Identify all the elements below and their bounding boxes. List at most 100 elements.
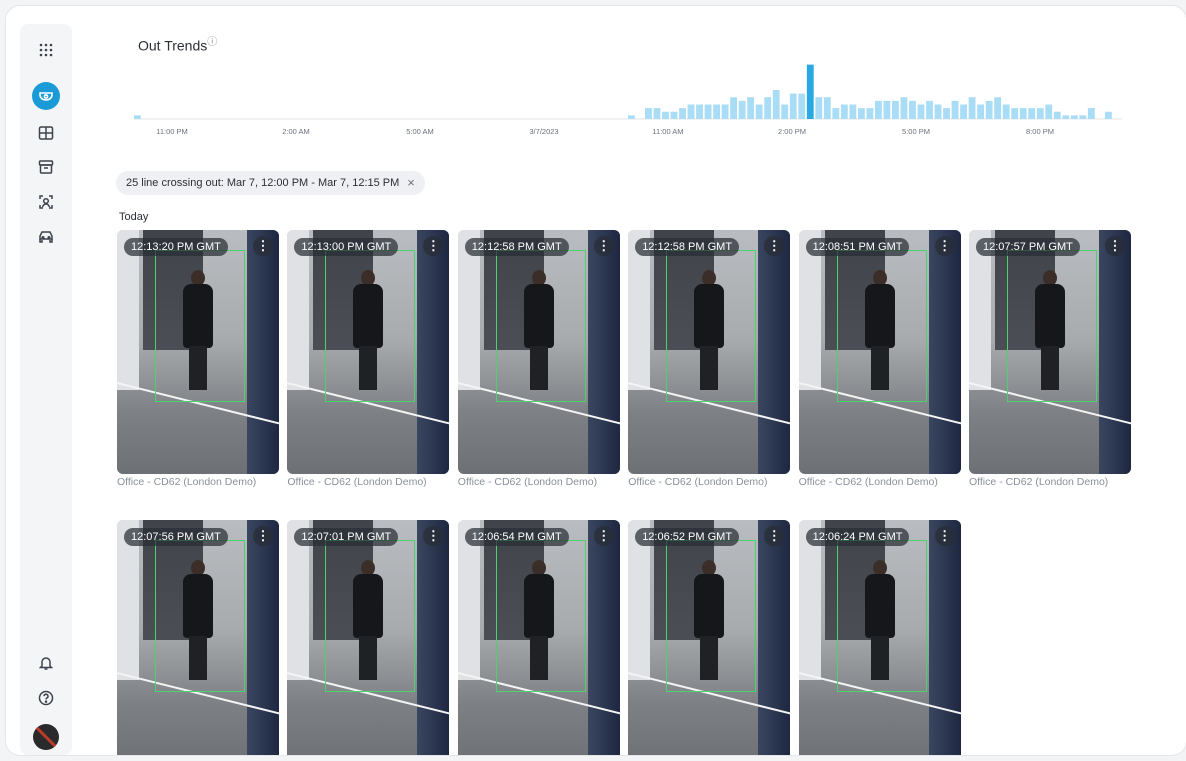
- event-card[interactable]: 12:07:01 PM GMT ⋮: [287, 520, 450, 755]
- close-icon[interactable]: ×: [407, 171, 415, 195]
- more-options-icon[interactable]: ⋮: [934, 236, 955, 256]
- chart-bar[interactable]: [713, 104, 720, 120]
- chart-bar[interactable]: [815, 97, 823, 119]
- event-thumbnail[interactable]: 12:06:24 PM GMT ⋮: [798, 520, 961, 755]
- event-thumbnail[interactable]: 12:06:52 PM GMT ⋮: [628, 520, 791, 755]
- chart-bar[interactable]: [1104, 111, 1112, 119]
- more-options-icon[interactable]: ⋮: [1105, 236, 1125, 256]
- event-thumbnail[interactable]: 12:08:51 PM GMT ⋮: [798, 230, 961, 474]
- chart-bar[interactable]: [806, 64, 814, 119]
- chart-bar[interactable]: [687, 104, 695, 120]
- help-icon[interactable]: [32, 684, 60, 712]
- vehicle-icon[interactable]: [32, 223, 60, 251]
- chart-bar[interactable]: [832, 108, 840, 119]
- chart-bar[interactable]: [1002, 104, 1010, 120]
- chart-bar[interactable]: [823, 97, 831, 119]
- chart-bar[interactable]: [764, 97, 772, 119]
- chart-bar[interactable]: [772, 90, 780, 119]
- event-thumbnail[interactable]: 12:12:58 PM GMT ⋮: [457, 230, 620, 474]
- chart-bar[interactable]: [943, 108, 950, 119]
- chart-bar[interactable]: [645, 108, 652, 119]
- camera-name[interactable]: Office - CD62 (London Demo): [799, 476, 961, 488]
- event-card[interactable]: 12:08:51 PM GMT ⋮ Office - CD62 (London De…: [798, 230, 961, 488]
- chart-bar[interactable]: [781, 104, 789, 120]
- chart-bar[interactable]: [653, 108, 661, 119]
- bell-icon[interactable]: [32, 649, 60, 677]
- chart-bar[interactable]: [917, 104, 925, 120]
- chart-bar[interactable]: [849, 104, 857, 120]
- event-thumbnail[interactable]: 12:07:01 PM GMT ⋮: [287, 520, 450, 755]
- chart-bar[interactable]: [662, 111, 669, 119]
- chart-bar[interactable]: [985, 100, 993, 119]
- event-thumbnail[interactable]: 12:12:58 PM GMT ⋮: [628, 230, 791, 474]
- camera-name[interactable]: Office - CD62 (London Demo): [969, 476, 1131, 488]
- event-card[interactable]: 12:13:00 PM GMT ⋮ Office - CD62 (London De…: [287, 230, 450, 488]
- camera-name[interactable]: Office - CD62 (London Demo): [287, 476, 449, 488]
- more-options-icon[interactable]: ⋮: [593, 236, 614, 256]
- chart-bar[interactable]: [798, 93, 806, 119]
- chart-bar[interactable]: [747, 97, 755, 119]
- avatar[interactable]: [33, 724, 59, 750]
- chart-bar[interactable]: [789, 93, 797, 119]
- chart-bar[interactable]: [738, 100, 746, 119]
- chart-bar[interactable]: [994, 97, 1002, 119]
- camera-name[interactable]: Office - CD62 (London Demo): [458, 476, 620, 488]
- chart-bar[interactable]: [977, 104, 985, 120]
- camera-dome-icon[interactable]: [32, 82, 60, 110]
- event-thumbnail[interactable]: 12:06:54 PM GMT ⋮: [457, 520, 620, 755]
- chart-bar[interactable]: [628, 115, 635, 119]
- chart-bar[interactable]: [1053, 111, 1061, 119]
- trend-chart[interactable]: 11:00 PM 2:00 AM 5:00 AM 3/7/2023 11:00 AM 2:…: [126, 46, 1126, 136]
- chart-bar[interactable]: [840, 104, 848, 120]
- chart-bar[interactable]: [875, 100, 882, 119]
- event-card[interactable]: 12:06:24 PM GMT ⋮: [798, 520, 961, 755]
- chart-bar[interactable]: [704, 104, 712, 120]
- event-thumbnail[interactable]: 12:13:00 PM GMT ⋮: [287, 230, 450, 474]
- event-card[interactable]: 12:06:54 PM GMT ⋮: [457, 520, 620, 755]
- archive-icon[interactable]: [32, 153, 60, 181]
- chart-bar[interactable]: [679, 108, 686, 119]
- chart-bar[interactable]: [960, 104, 967, 120]
- chart-bar[interactable]: [1045, 104, 1053, 120]
- more-options-icon[interactable]: ⋮: [253, 236, 273, 256]
- event-card[interactable]: 12:13:20 PM GMT ⋮ Office - CD62 (London De…: [117, 230, 279, 488]
- event-card[interactable]: 12:12:58 PM GMT ⋮ Office - CD62 (London De…: [457, 230, 620, 488]
- chart-bar[interactable]: [134, 115, 141, 119]
- camera-name[interactable]: Office - CD62 (London Demo): [628, 476, 790, 488]
- event-thumbnail[interactable]: 12:07:56 PM GMT ⋮: [117, 520, 279, 755]
- chart-bar[interactable]: [934, 104, 942, 120]
- chart-bar[interactable]: [1070, 115, 1078, 119]
- chart-bar[interactable]: [1079, 115, 1087, 119]
- chart-bar[interactable]: [968, 97, 976, 119]
- chart-bar[interactable]: [1036, 108, 1044, 119]
- chart-bar[interactable]: [696, 104, 703, 120]
- chart-bar[interactable]: [1028, 108, 1036, 119]
- camera-name[interactable]: Office - CD62 (London Demo): [117, 476, 279, 488]
- event-card[interactable]: 12:07:56 PM GMT ⋮: [117, 520, 279, 755]
- chart-bar[interactable]: [721, 104, 729, 120]
- event-thumbnail[interactable]: 12:07:57 PM GMT ⋮: [969, 230, 1131, 474]
- chart-bar[interactable]: [857, 108, 865, 119]
- chart-bar[interactable]: [1011, 108, 1019, 119]
- chart-bar[interactable]: [900, 97, 908, 119]
- chart-bar[interactable]: [892, 100, 899, 119]
- chart-bar[interactable]: [730, 97, 738, 119]
- chart-bar[interactable]: [1019, 108, 1027, 119]
- layout-grid-icon[interactable]: [32, 119, 60, 147]
- event-thumbnail[interactable]: 12:13:20 PM GMT ⋮: [117, 230, 279, 474]
- chart-bar[interactable]: [1087, 108, 1095, 119]
- event-card[interactable]: 12:06:52 PM GMT ⋮: [628, 520, 791, 755]
- more-options-icon[interactable]: ⋮: [934, 526, 955, 546]
- more-options-icon[interactable]: ⋮: [253, 526, 273, 546]
- chart-bar[interactable]: [755, 104, 763, 120]
- chart-bar[interactable]: [909, 100, 916, 119]
- chart-bar[interactable]: [951, 100, 959, 119]
- event-card[interactable]: 12:07:57 PM GMT ⋮ Office - CD62 (London De…: [969, 230, 1131, 488]
- event-card[interactable]: 12:12:58 PM GMT ⋮ Office - CD62 (London De…: [628, 230, 791, 488]
- chart-bar[interactable]: [670, 111, 678, 119]
- chart-bar[interactable]: [883, 100, 891, 119]
- chart-bar[interactable]: [866, 108, 874, 119]
- face-scan-icon[interactable]: [32, 188, 60, 216]
- apps-grid-icon[interactable]: [32, 36, 60, 64]
- chart-bar[interactable]: [926, 100, 933, 119]
